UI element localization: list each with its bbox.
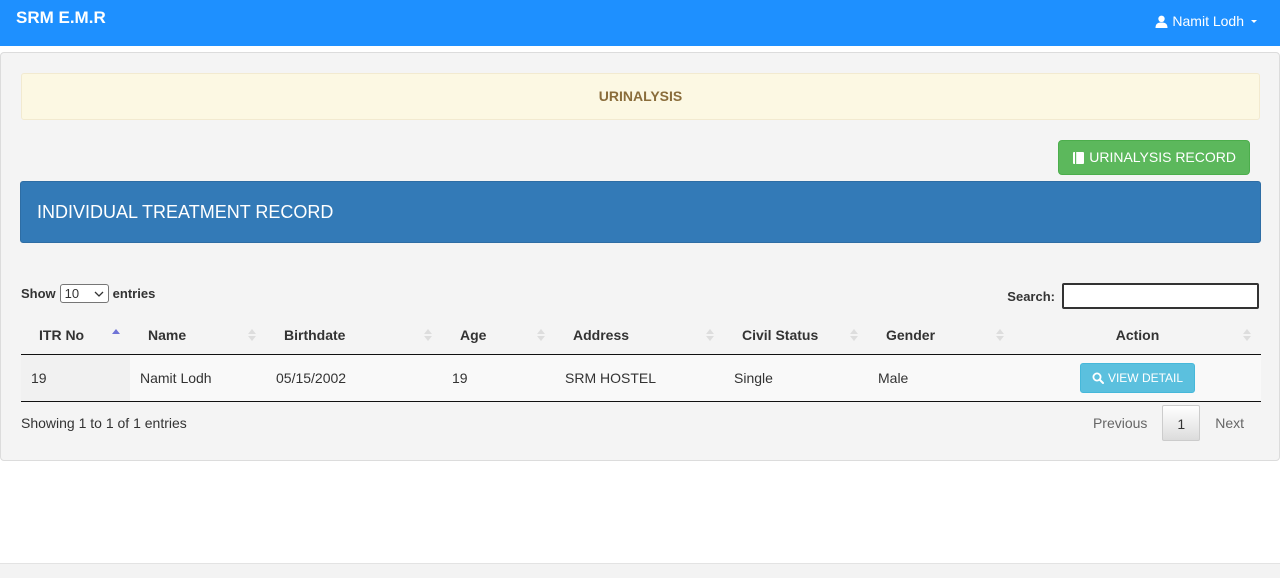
search-input[interactable] [1062, 283, 1259, 309]
urinalysis-banner: URINALYSIS [21, 73, 1260, 120]
show-entries-control: Show 10 entries [21, 284, 155, 303]
column-header-address[interactable]: Address [555, 316, 724, 355]
caret-down-icon [1251, 20, 1257, 23]
page-size-select[interactable]: 10 [59, 284, 109, 303]
sort-icon [1243, 329, 1251, 341]
search-icon [1092, 372, 1104, 384]
next-page-button[interactable]: Next [1200, 405, 1259, 441]
user-icon [1155, 15, 1168, 28]
column-header-itr-no[interactable]: ITR No [21, 316, 130, 355]
cell-birthdate: 05/15/2002 [266, 354, 442, 402]
cell-gender: Male [868, 354, 1014, 402]
show-label: Show [21, 286, 56, 301]
sort-icon [424, 329, 432, 341]
user-name: Namit Lodh [1172, 13, 1244, 29]
column-header-age[interactable]: Age [442, 316, 555, 355]
urinalysis-record-label: URINALYSIS RECORD [1089, 149, 1236, 165]
table-header-row: ITR No Name Birthdate Age Address Civil … [21, 316, 1261, 355]
section-header: INDIVIDUAL TREATMENT RECORD [20, 181, 1261, 243]
table-row: 19 Namit Lodh 05/15/2002 19 SRM HOSTEL S… [21, 354, 1261, 402]
table-info: Showing 1 to 1 of 1 entries [21, 415, 187, 431]
sort-icon [850, 329, 858, 341]
view-detail-label: VIEW DETAIL [1107, 370, 1184, 385]
cell-action: VIEW DETAIL [1014, 354, 1261, 402]
chevron-down-icon [94, 291, 104, 297]
column-header-birthdate[interactable]: Birthdate [266, 316, 442, 355]
cell-address: SRM HOSTEL [555, 354, 724, 402]
sort-icon [248, 329, 256, 341]
cell-age: 19 [442, 354, 555, 402]
sort-icon [706, 329, 714, 341]
itr-table: ITR No Name Birthdate Age Address Civil … [21, 316, 1261, 402]
pagination: Previous 1 Next [1078, 405, 1259, 441]
sort-icon [996, 329, 1004, 341]
urinalysis-record-button[interactable]: URINALYSIS RECORD [1058, 140, 1250, 175]
main-panel: URINALYSIS URINALYSIS RECORD INDIVIDUAL … [0, 52, 1280, 461]
top-navbar: SRM E.M.R Namit Lodh [0, 0, 1280, 46]
previous-page-button[interactable]: Previous [1078, 405, 1162, 441]
sort-asc-icon [112, 329, 120, 334]
column-header-name[interactable]: Name [130, 316, 266, 355]
book-icon [1073, 151, 1085, 164]
search-control: Search: [1007, 283, 1259, 309]
column-header-action[interactable]: Action [1014, 316, 1261, 355]
cell-itr-no: 19 [21, 354, 130, 402]
view-detail-button[interactable]: VIEW DETAIL [1079, 362, 1196, 393]
page-1-button[interactable]: 1 [1162, 405, 1201, 441]
sort-icon [537, 329, 545, 341]
column-header-gender[interactable]: Gender [868, 316, 1014, 355]
column-header-civil-status[interactable]: Civil Status [724, 316, 868, 355]
search-label: Search: [1007, 288, 1055, 304]
app-brand[interactable]: SRM E.M.R [16, 8, 106, 28]
cell-civil-status: Single [724, 354, 868, 402]
entries-label: entries [112, 286, 156, 301]
user-menu[interactable]: Namit Lodh [1155, 13, 1260, 29]
page-size-value: 10 [64, 286, 80, 301]
page-footer [0, 563, 1280, 578]
cell-name: Namit Lodh [130, 354, 266, 402]
